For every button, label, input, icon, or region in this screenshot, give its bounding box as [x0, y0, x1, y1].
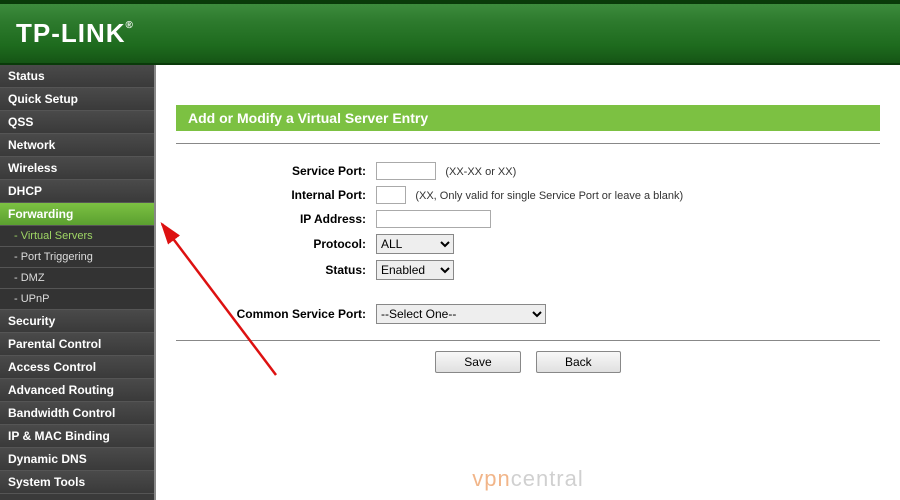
watermark-suffix: central [511, 466, 584, 491]
sidebar-item-status[interactable]: Status [0, 65, 154, 88]
field-status: Enabled [376, 260, 454, 280]
sidebar-sub-port-triggering[interactable]: - Port Triggering [0, 247, 154, 268]
row-status: Status: Enabled [176, 260, 880, 280]
button-row: Save Back [156, 351, 900, 373]
sidebar-sub-upnp[interactable]: - UPnP [0, 289, 154, 310]
row-ip-address: IP Address: [176, 210, 880, 228]
input-service-port[interactable] [376, 162, 436, 180]
row-common-service-port: Common Service Port: --Select One-- [176, 304, 880, 324]
select-protocol[interactable]: ALL [376, 234, 454, 254]
page-title: Add or Modify a Virtual Server Entry [176, 105, 880, 131]
label-internal-port: Internal Port: [176, 188, 376, 202]
brand-logo: TP-LINK® [16, 18, 134, 49]
sidebar: Status Quick Setup QSS Network Wireless … [0, 65, 156, 500]
hint-service-port: (XX-XX or XX) [445, 166, 516, 178]
field-protocol: ALL [376, 234, 454, 254]
label-common-service-port: Common Service Port: [176, 307, 376, 321]
sidebar-item-access-control[interactable]: Access Control [0, 356, 154, 379]
sidebar-item-bandwidth-control[interactable]: Bandwidth Control [0, 402, 154, 425]
sidebar-item-ip-mac-binding[interactable]: IP & MAC Binding [0, 425, 154, 448]
registered-mark: ® [126, 20, 134, 31]
form-area: Service Port: (XX-XX or XX) Internal Por… [156, 144, 900, 340]
watermark-prefix: vpn [472, 466, 510, 491]
main-panel: Add or Modify a Virtual Server Entry Ser… [156, 65, 900, 500]
label-status: Status: [176, 263, 376, 277]
row-service-port: Service Port: (XX-XX or XX) [176, 162, 880, 180]
sidebar-item-dhcp[interactable]: DHCP [0, 180, 154, 203]
sidebar-sub-virtual-servers[interactable]: - Virtual Servers [0, 226, 154, 247]
field-ip-address [376, 210, 491, 228]
select-common-service-port[interactable]: --Select One-- [376, 304, 546, 324]
watermark: vpncentral [472, 466, 584, 492]
hint-internal-port: (XX, Only valid for single Service Port … [415, 190, 683, 202]
sidebar-item-security[interactable]: Security [0, 310, 154, 333]
sidebar-item-quick-setup[interactable]: Quick Setup [0, 88, 154, 111]
divider-bottom [176, 340, 880, 341]
header: TP-LINK® [0, 0, 900, 65]
input-internal-port[interactable] [376, 186, 406, 204]
brand-text: TP-LINK [16, 18, 126, 48]
input-ip-address[interactable] [376, 210, 491, 228]
row-protocol: Protocol: ALL [176, 234, 880, 254]
spacer [176, 286, 880, 304]
sidebar-item-qss[interactable]: QSS [0, 111, 154, 134]
sidebar-sub-dmz[interactable]: - DMZ [0, 268, 154, 289]
label-service-port: Service Port: [176, 164, 376, 178]
label-ip-address: IP Address: [176, 212, 376, 226]
label-protocol: Protocol: [176, 237, 376, 251]
sidebar-item-forwarding[interactable]: Forwarding [0, 203, 154, 226]
content: Status Quick Setup QSS Network Wireless … [0, 65, 900, 500]
field-service-port: (XX-XX or XX) [376, 162, 516, 180]
sidebar-item-advanced-routing[interactable]: Advanced Routing [0, 379, 154, 402]
back-button[interactable]: Back [536, 351, 621, 373]
select-status[interactable]: Enabled [376, 260, 454, 280]
row-internal-port: Internal Port: (XX, Only valid for singl… [176, 186, 880, 204]
sidebar-item-dynamic-dns[interactable]: Dynamic DNS [0, 448, 154, 471]
sidebar-item-wireless[interactable]: Wireless [0, 157, 154, 180]
save-button[interactable]: Save [435, 351, 520, 373]
field-common-service-port: --Select One-- [376, 304, 546, 324]
sidebar-item-network[interactable]: Network [0, 134, 154, 157]
sidebar-item-parental-control[interactable]: Parental Control [0, 333, 154, 356]
field-internal-port: (XX, Only valid for single Service Port … [376, 186, 683, 204]
sidebar-item-system-tools[interactable]: System Tools [0, 471, 154, 494]
